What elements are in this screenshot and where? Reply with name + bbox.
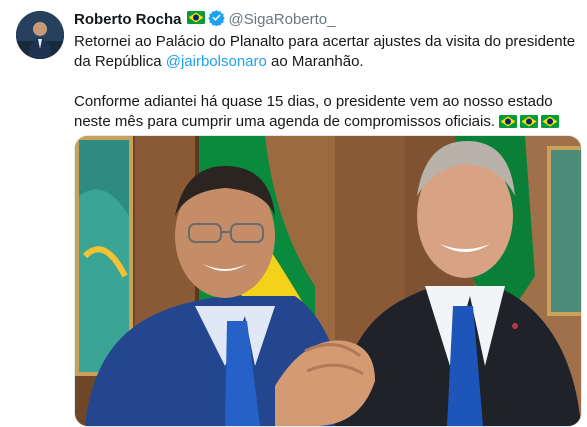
brazil-flag-icon: [520, 115, 539, 128]
brazil-flag-icon: [541, 115, 560, 128]
avatar[interactable]: [16, 11, 64, 59]
photo-image: [75, 136, 581, 426]
brazil-flag-icon: [186, 10, 205, 30]
mention-link[interactable]: @jairbolsonaro: [166, 53, 267, 70]
tweet-paragraph-1: Retornei ao Palácio do Planalto para ace…: [74, 32, 579, 72]
author-name[interactable]: Roberto Rocha: [74, 10, 182, 30]
brazil-flag-icon: [499, 115, 518, 128]
tweet-text: Retornei ao Palácio do Planalto para ace…: [74, 32, 579, 132]
author-handle[interactable]: @SigaRoberto_: [229, 10, 336, 30]
tweet-paragraph-2: Conforme adiantei há quase 15 dias, o pr…: [74, 92, 579, 132]
tweet-header: Roberto Rocha @SigaRoberto_: [74, 9, 336, 32]
verified-badge-icon: [207, 9, 225, 32]
tweet-text-part: ao Maranhão.: [266, 53, 364, 70]
tweet-photo[interactable]: [74, 135, 582, 427]
trailing-flags: [499, 115, 560, 128]
tweet[interactable]: Roberto Rocha @SigaRoberto_ Retornei ao …: [0, 0, 587, 427]
tweet-text-part: Conforme adiantei há quase 15 dias, o pr…: [74, 93, 553, 130]
avatar-image: [16, 11, 64, 59]
